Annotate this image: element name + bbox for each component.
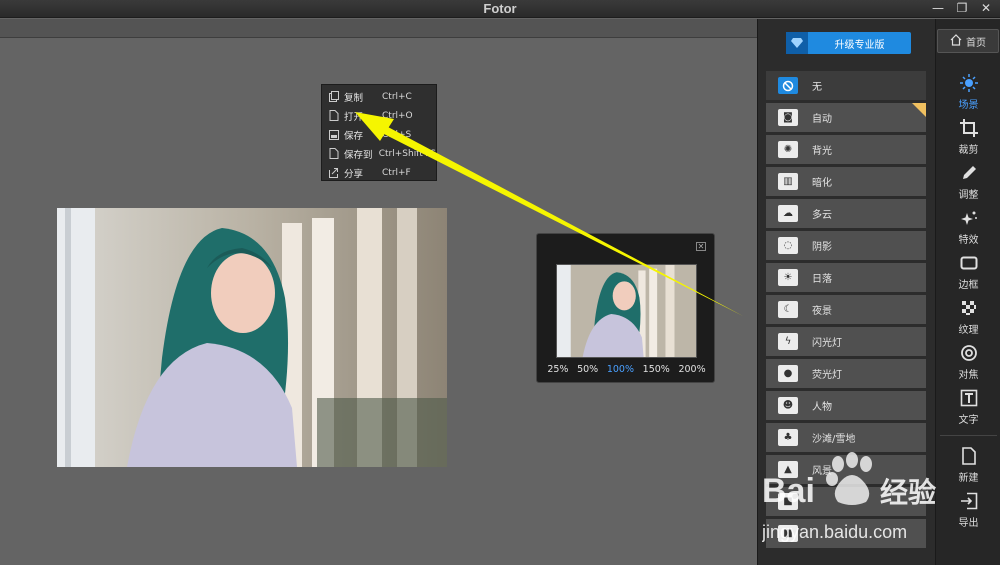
pin-badge <box>912 103 926 117</box>
close-icon[interactable]: ✕ <box>696 242 706 251</box>
svg-text:Bai: Bai <box>762 472 815 510</box>
menu-item-copy[interactable]: 复制 Ctrl+C <box>322 87 436 106</box>
focus-icon <box>959 343 979 363</box>
tool-adjust[interactable]: 调整 <box>936 159 1000 204</box>
tool-texture[interactable]: 纹理 <box>936 294 1000 339</box>
beach-icon: ♣ <box>778 429 798 446</box>
svg-text:jingyan.baidu.com: jingyan.baidu.com <box>762 522 907 542</box>
zoom-150[interactable]: 150% <box>643 364 670 375</box>
share-icon <box>329 167 339 178</box>
scene-flash[interactable]: ϟ 闪光灯 <box>766 327 926 356</box>
none-icon <box>778 77 798 94</box>
tool-frame[interactable]: 边框 <box>936 249 1000 294</box>
file-icon <box>329 148 339 159</box>
tool-focus[interactable]: 对焦 <box>936 339 1000 384</box>
app-title: Fotor <box>483 1 517 16</box>
close-button[interactable]: ✕ <box>976 1 996 16</box>
scene-backlight[interactable]: ✺ 背光 <box>766 135 926 164</box>
home-icon <box>950 33 962 49</box>
scene-fluorescent[interactable]: ● 荧光灯 <box>766 359 926 388</box>
crop-icon <box>959 118 979 138</box>
title-bar: Fotor — ❐ ✕ <box>0 0 1000 18</box>
scene-portrait[interactable]: ☻ 人物 <box>766 391 926 420</box>
tool-scene[interactable]: 场景 <box>936 69 1000 114</box>
shadow-icon: ◌ <box>778 237 798 254</box>
svg-text:经验: 经验 <box>880 476 936 509</box>
moon-icon: ☾ <box>778 301 798 318</box>
scene-cloudy[interactable]: ☁ 多云 <box>766 199 926 228</box>
scene-icon <box>959 73 979 93</box>
preview-navigator: ✕ 25% 50% 100% 150% 200% <box>536 233 715 383</box>
upgrade-button[interactable]: 升级专业版 <box>786 32 911 54</box>
baidu-watermark: Bai 经验 jingyan.baidu.com <box>762 452 936 542</box>
flash-icon: ϟ <box>778 333 798 350</box>
tool-text[interactable]: 文字 <box>936 384 1000 429</box>
tool-crop[interactable]: 裁剪 <box>936 114 1000 159</box>
scene-beach-snow[interactable]: ♣ 沙滩/雪地 <box>766 423 926 452</box>
preview-thumbnail[interactable] <box>556 264 697 358</box>
file-context-menu: 复制 Ctrl+C 打开 Ctrl+O 保存 Ctrl+S 保存到 Ctrl+S… <box>321 84 437 181</box>
scene-shadow[interactable]: ◌ 阴影 <box>766 231 926 260</box>
texture-icon <box>959 298 979 318</box>
canvas-photo[interactable] <box>57 208 447 467</box>
darken-icon: ▥ <box>778 173 798 190</box>
scene-none[interactable]: 无 <box>766 71 926 100</box>
pencil-icon <box>959 163 979 183</box>
copy-icon <box>329 91 339 102</box>
bulb-icon: ● <box>778 365 798 382</box>
top-toolbar-strip <box>0 19 757 38</box>
tool-effects[interactable]: 特效 <box>936 204 1000 249</box>
sunset-icon: ☀ <box>778 269 798 286</box>
file-icon <box>329 110 339 121</box>
rail-divider <box>940 435 997 436</box>
zoom-200[interactable]: 200% <box>678 364 705 375</box>
restore-button[interactable]: ❐ <box>952 1 972 16</box>
menu-item-open[interactable]: 打开 Ctrl+O <box>322 106 436 125</box>
menu-item-share[interactable]: 分享 Ctrl+F <box>322 163 436 182</box>
save-icon <box>329 129 339 140</box>
scene-auto[interactable]: ◙ 自动 <box>766 103 926 132</box>
menu-item-save-to[interactable]: 保存到 Ctrl+Shift+S <box>322 144 436 163</box>
home-button[interactable]: 首页 <box>937 29 999 53</box>
sparkle-icon <box>959 208 979 228</box>
scene-night[interactable]: ☾ 夜景 <box>766 295 926 324</box>
frame-icon <box>959 253 979 273</box>
zoom-100[interactable]: 100% <box>607 364 634 375</box>
scene-darken[interactable]: ▥ 暗化 <box>766 167 926 196</box>
person-icon: ☻ <box>778 397 798 414</box>
backlight-icon: ✺ <box>778 141 798 158</box>
scene-sunset[interactable]: ☀ 日落 <box>766 263 926 292</box>
zoom-50[interactable]: 50% <box>577 364 598 375</box>
diamond-icon <box>786 32 808 54</box>
zoom-25[interactable]: 25% <box>547 364 568 375</box>
camera-icon: ◙ <box>778 109 798 126</box>
menu-item-save[interactable]: 保存 Ctrl+S <box>322 125 436 144</box>
text-icon <box>959 388 979 408</box>
minimize-button[interactable]: — <box>928 1 948 16</box>
cloud-icon: ☁ <box>778 205 798 222</box>
